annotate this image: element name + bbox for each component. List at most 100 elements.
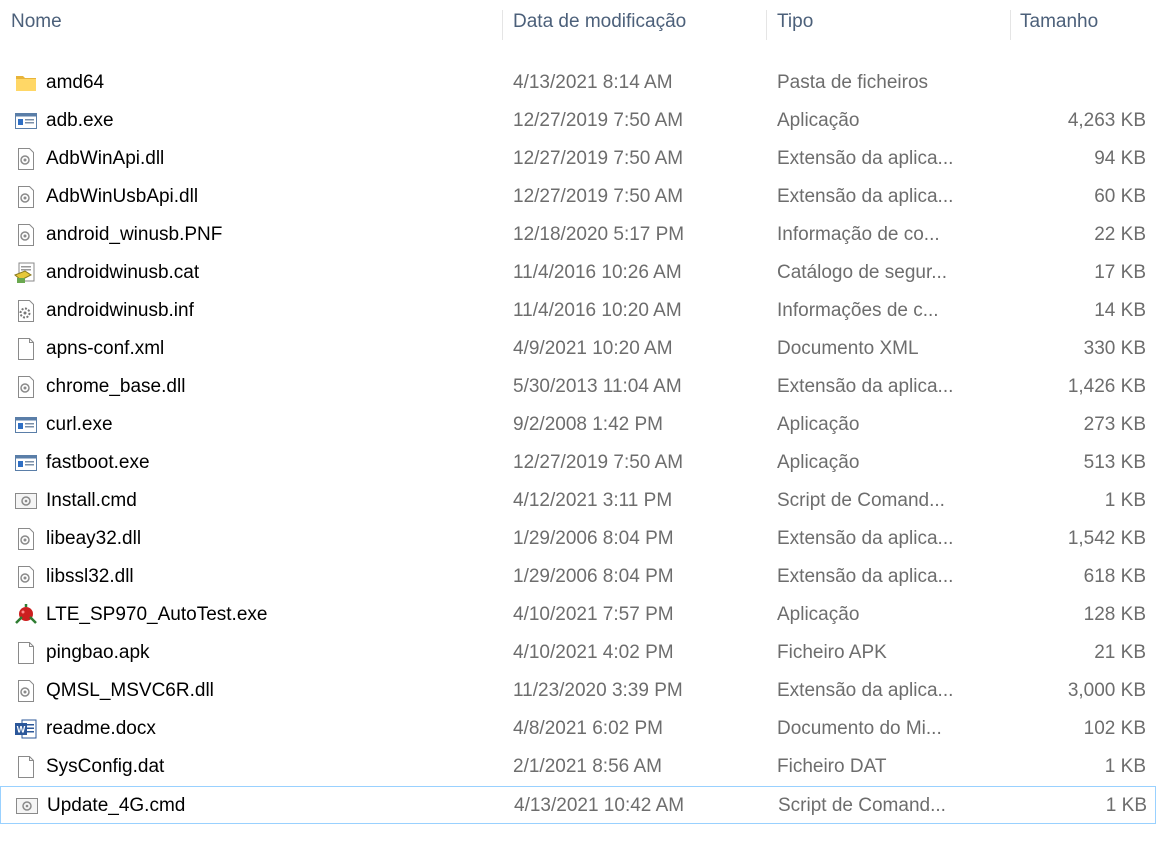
file-size: 1 KB (1105, 795, 1147, 816)
file-date-modified: 5/30/2013 11:04 AM (513, 376, 682, 397)
file-icon-cell (14, 292, 40, 330)
exe-icon (14, 413, 38, 437)
file-size: 21 KB (1094, 642, 1146, 663)
file-name: Install.cmd (46, 490, 137, 511)
file-size: 618 KB (1083, 566, 1146, 587)
file-icon-cell (14, 406, 40, 444)
file-date-modified: 4/8/2021 6:02 PM (513, 718, 663, 739)
file-size (1010, 64, 1146, 102)
file-row[interactable]: SysConfig.dat 2/1/2021 8:56 AM Ficheiro DA… (0, 748, 1156, 786)
file-size: 128 KB (1083, 604, 1146, 625)
file-row[interactable]: apns-conf.xml 4/9/2021 10:20 AM Documento … (0, 330, 1156, 368)
file-date-modified: 11/23/2020 3:39 PM (513, 680, 683, 701)
column-header-date[interactable]: Data de modificação (502, 0, 766, 44)
file-type: Aplicação (777, 452, 860, 473)
file-name: adb.exe (46, 110, 114, 131)
file-row[interactable]: androidwinusb.cat 11/4/2016 10:26 AM Catál… (0, 254, 1156, 292)
file-icon-cell (14, 330, 40, 368)
file-name: chrome_base.dll (46, 376, 186, 397)
exe-icon (14, 109, 38, 133)
column-header-size[interactable]: Tamanho (1010, 0, 1156, 44)
file-type: Informação de co... (777, 224, 940, 245)
dll-icon (14, 185, 38, 209)
file-size: 17 KB (1094, 262, 1146, 283)
file-date-modified: 4/10/2021 7:57 PM (513, 604, 674, 625)
svg-text:W: W (17, 725, 26, 735)
file-date-modified: 12/27/2019 7:50 AM (513, 148, 684, 169)
dll-icon (14, 527, 38, 551)
file-icon-cell (14, 596, 40, 634)
file-row[interactable]: androidwinusb.inf 11/4/2016 10:20 AM Infor… (0, 292, 1156, 330)
file-row[interactable]: QMSL_MSVC6R.dll 11/23/2020 3:39 PM Extensã… (0, 672, 1156, 710)
file-date-modified: 4/12/2021 3:11 PM (513, 490, 673, 511)
file-date-modified: 4/13/2021 10:42 AM (514, 795, 685, 816)
file-date-modified: 12/18/2020 5:17 PM (513, 224, 685, 245)
file-date-modified: 4/13/2021 8:14 AM (513, 72, 673, 93)
file-date-modified: 1/29/2006 8:04 PM (513, 528, 674, 549)
file-icon-cell: W (14, 710, 40, 748)
column-header-name[interactable]: Nome (0, 0, 502, 44)
file-row[interactable]: pingbao.apk 4/10/2021 4:02 PM Ficheiro APK… (0, 634, 1156, 672)
file-name: fastboot.exe (46, 452, 150, 473)
file-date-modified: 1/29/2006 8:04 PM (513, 566, 674, 587)
file-row[interactable]: AdbWinUsbApi.dll 12/27/2019 7:50 AM Extens… (0, 178, 1156, 216)
folder-icon (14, 71, 38, 95)
file-type: Pasta de ficheiros (777, 72, 929, 93)
file-name: curl.exe (46, 414, 113, 435)
file-size: 22 KB (1094, 224, 1146, 245)
file-size: 60 KB (1094, 186, 1146, 207)
file-name: pingbao.apk (46, 642, 150, 663)
file-type: Documento do Mi... (777, 718, 942, 739)
file-list: amd64 4/13/2021 8:14 AM Pasta de ficheiros… (0, 64, 1156, 824)
file-type: Extensão da aplica... (777, 566, 954, 587)
file-date-modified: 12/27/2019 7:50 AM (513, 452, 684, 473)
file-date-modified: 2/1/2021 8:56 AM (513, 756, 662, 777)
file-size: 94 KB (1094, 148, 1146, 169)
file-size: 273 KB (1083, 414, 1146, 435)
file-row[interactable]: LTE_SP970_AutoTest.exe 4/10/2021 7:57 PM A… (0, 596, 1156, 634)
file-icon-cell (14, 520, 40, 558)
file-row[interactable]: android_winusb.PNF 12/18/2020 5:17 PM Info… (0, 216, 1156, 254)
column-header-type[interactable]: Tipo (766, 0, 1010, 44)
file-icon-cell (14, 178, 40, 216)
file-size: 4,263 KB (1067, 110, 1146, 131)
file-row[interactable]: adb.exe 12/27/2019 7:50 AM Aplicação 4,263 … (0, 102, 1156, 140)
file-row[interactable]: Install.cmd 4/12/2021 3:11 PM Script de Co… (0, 482, 1156, 520)
file-row[interactable]: libssl32.dll 1/29/2006 8:04 PM Extensão da… (0, 558, 1156, 596)
file-type: Aplicação (777, 110, 860, 131)
file-name: android_winusb.PNF (46, 224, 223, 245)
cmd-icon (14, 489, 38, 513)
file-size: 330 KB (1083, 338, 1146, 359)
dll-icon (14, 223, 38, 247)
file-date-modified: 4/9/2021 10:20 AM (513, 338, 673, 359)
catalog-icon (14, 261, 38, 285)
file-name: Update_4G.cmd (47, 795, 186, 816)
file-row[interactable]: amd64 4/13/2021 8:14 AM Pasta de ficheiros (0, 64, 1156, 102)
file-name: SysConfig.dat (46, 756, 165, 777)
file-row[interactable]: chrome_base.dll 5/30/2013 11:04 AM Extensã… (0, 368, 1156, 406)
file-row[interactable]: Wreadme.docx 4/8/2021 6:02 PM Documento do… (0, 710, 1156, 748)
file-name: amd64 (46, 72, 105, 93)
file-icon-cell (15, 787, 41, 825)
dll-icon (14, 375, 38, 399)
file-row[interactable]: curl.exe 9/2/2008 1:42 PM Aplicação 273 KB (0, 406, 1156, 444)
file-date-modified: 4/10/2021 4:02 PM (513, 642, 674, 663)
file-type: Script de Comand... (778, 795, 946, 816)
file-type: Aplicação (777, 604, 860, 625)
file-row[interactable]: fastboot.exe 12/27/2019 7:50 AM Aplicação 5… (0, 444, 1156, 482)
file-date-modified: 11/4/2016 10:20 AM (513, 300, 682, 321)
file-size: 513 KB (1083, 452, 1146, 473)
file-type: Extensão da aplica... (777, 376, 954, 397)
file-row[interactable]: libeay32.dll 1/29/2006 8:04 PM Extensão da… (0, 520, 1156, 558)
file-row[interactable]: Update_4G.cmd 4/13/2021 10:42 AM Script de… (0, 786, 1156, 824)
file-type: Extensão da aplica... (777, 148, 954, 169)
cmd-icon (15, 794, 39, 818)
file-row[interactable]: AdbWinApi.dll 12/27/2019 7:50 AM Extensão … (0, 140, 1156, 178)
file-icon-cell (14, 482, 40, 520)
file-type: Aplicação (777, 414, 860, 435)
file-icon-cell (14, 368, 40, 406)
file-date-modified: 12/27/2019 7:50 AM (513, 110, 684, 131)
column-header-bar: Nome Data de modificação Tipo Tamanho (0, 0, 1156, 44)
file-name: readme.docx (46, 718, 156, 739)
file-name: libeay32.dll (46, 528, 142, 549)
